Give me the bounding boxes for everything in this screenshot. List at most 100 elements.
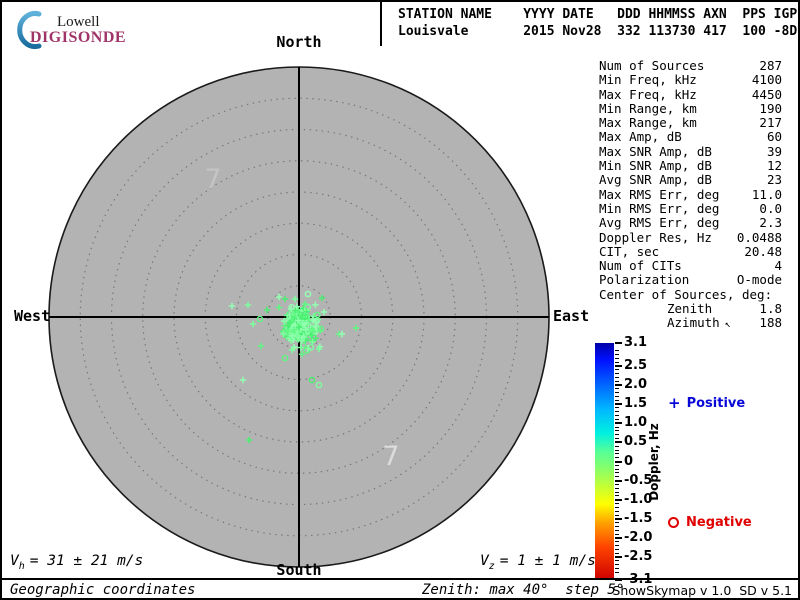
source-point-plus: [312, 318, 319, 326]
south-label: South: [276, 561, 321, 579]
version-label: ShowSkymap v 1.0 SD v 5.1: [612, 583, 792, 598]
source-point-plus: [288, 323, 296, 331]
source-point-plus: [300, 305, 307, 312]
source-point-circle: [304, 303, 312, 311]
azimuth-direction-arrow-icon: ↖: [724, 319, 731, 331]
colorbar-minor-tick: [615, 571, 619, 573]
source-point-plus: [289, 312, 297, 319]
logo-digisonde-text: DIGISONDE: [30, 29, 127, 46]
source-point-circle: [301, 313, 309, 321]
colorbar-minor-tick: [615, 350, 619, 352]
stat-value: 12: [766, 158, 782, 174]
colorbar-minor-tick: [615, 514, 619, 516]
stat-value: 190: [759, 100, 782, 116]
source-point-plus: [295, 330, 303, 337]
source-point-plus: [288, 321, 295, 329]
colorbar-minor-tick: [615, 468, 619, 470]
source-point-circle: [286, 317, 293, 325]
colorbar-minor-tick: [615, 476, 619, 478]
source-point-circle: [298, 323, 306, 330]
colorbar-minor-tick: [615, 564, 619, 566]
source-point-plus: [315, 345, 323, 353]
source-point-plus: [300, 324, 307, 332]
stat-label: Avg RMS Err, deg: [599, 215, 720, 231]
source-point-plus: [292, 331, 299, 338]
source-point-circle: [291, 318, 298, 326]
stat-label: Polarization: [599, 272, 690, 288]
source-point-plus: [287, 329, 294, 337]
source-point-plus: [293, 317, 300, 324]
source-point-plus: [300, 328, 308, 335]
source-point-circle: [293, 313, 301, 321]
colorbar-major-tick: [615, 403, 622, 406]
colorbar-minor-tick: [615, 392, 619, 394]
source-point-plus: [316, 343, 324, 350]
source-point-circle: [301, 331, 308, 338]
source-point-plus: [288, 337, 295, 344]
source-point-plus: [286, 334, 293, 342]
source-point-circle: [296, 334, 304, 342]
colorbar-minor-tick: [615, 445, 619, 447]
vh-subscript: h: [18, 560, 25, 572]
measurement-stats-panel: Num of Sources 287 Min Freq, kHz 4100 Max Fr…: [599, 58, 782, 331]
zenith-ring: [204, 222, 394, 412]
source-point-plus: [307, 324, 314, 332]
source-point-plus: [312, 328, 319, 336]
north-label: North: [276, 33, 321, 51]
source-point-plus: [290, 322, 298, 330]
source-point-circle: [296, 328, 303, 336]
source-point-circle: [301, 319, 309, 326]
doppler-axis-title: Doppler, Hz: [647, 423, 661, 501]
source-point-plus: [304, 327, 311, 335]
source-point-plus: [298, 317, 305, 324]
source-point-plus: [312, 335, 319, 342]
source-point-circle: [308, 376, 316, 384]
vz-symbol: V: [480, 553, 489, 569]
stat-label: Azimuth ↖: [667, 315, 731, 331]
stat-row: Azimuth ↖ 188: [599, 315, 782, 331]
colorbar-minor-tick: [615, 529, 619, 531]
source-point-plus: [303, 335, 310, 342]
stat-value: 4450: [751, 86, 782, 102]
source-point-plus: [295, 322, 302, 329]
source-point-plus: [288, 333, 295, 340]
source-point-plus: [301, 316, 309, 324]
stat-row: Num of Sources 287: [599, 58, 782, 73]
source-point-plus: [283, 334, 290, 341]
source-point-plus: [295, 327, 302, 335]
source-point-plus: [314, 316, 322, 323]
source-point-plus: [308, 325, 316, 333]
source-point-circle: [313, 317, 320, 325]
source-point-plus: [338, 330, 346, 338]
colorbar-major-tick: [615, 498, 622, 501]
source-point-plus: [296, 330, 304, 337]
zenith-ring: [173, 191, 425, 443]
skymap-outer-circle: [48, 66, 550, 568]
source-point-plus: [308, 331, 316, 339]
colorbar-minor-tick: [615, 548, 619, 550]
source-point-plus: [312, 301, 319, 309]
source-point-circle: [293, 323, 301, 330]
source-point-plus: [296, 328, 303, 336]
source-point-plus: [297, 319, 304, 326]
source-point-plus: [304, 345, 311, 352]
source-point-plus: [284, 322, 292, 329]
stat-label: Zenith: [667, 301, 713, 317]
source-point-plus: [291, 295, 299, 303]
source-point-circle: [293, 321, 300, 328]
colorbar-tick-label: 3.1: [624, 335, 648, 350]
source-point-plus: [312, 323, 320, 330]
colorbar-tick-label: -1.5: [624, 510, 653, 526]
source-point-plus: [295, 321, 302, 329]
source-point-plus: [301, 326, 308, 334]
colorbar-minor-tick: [615, 361, 619, 363]
stat-value: 0.0: [759, 200, 782, 216]
stat-label: Min SNR Amp, dB: [599, 158, 712, 174]
colorbar-tick-label: 2.0: [624, 377, 648, 393]
source-point-circle: [281, 354, 289, 362]
east-label: East: [553, 307, 589, 325]
source-point-circle: [297, 311, 305, 319]
station-header-values: Louisvale 2015 Nov28 332 113730 417 100 …: [398, 24, 798, 39]
source-point-plus: [300, 313, 308, 321]
source-point-plus: [295, 320, 303, 328]
